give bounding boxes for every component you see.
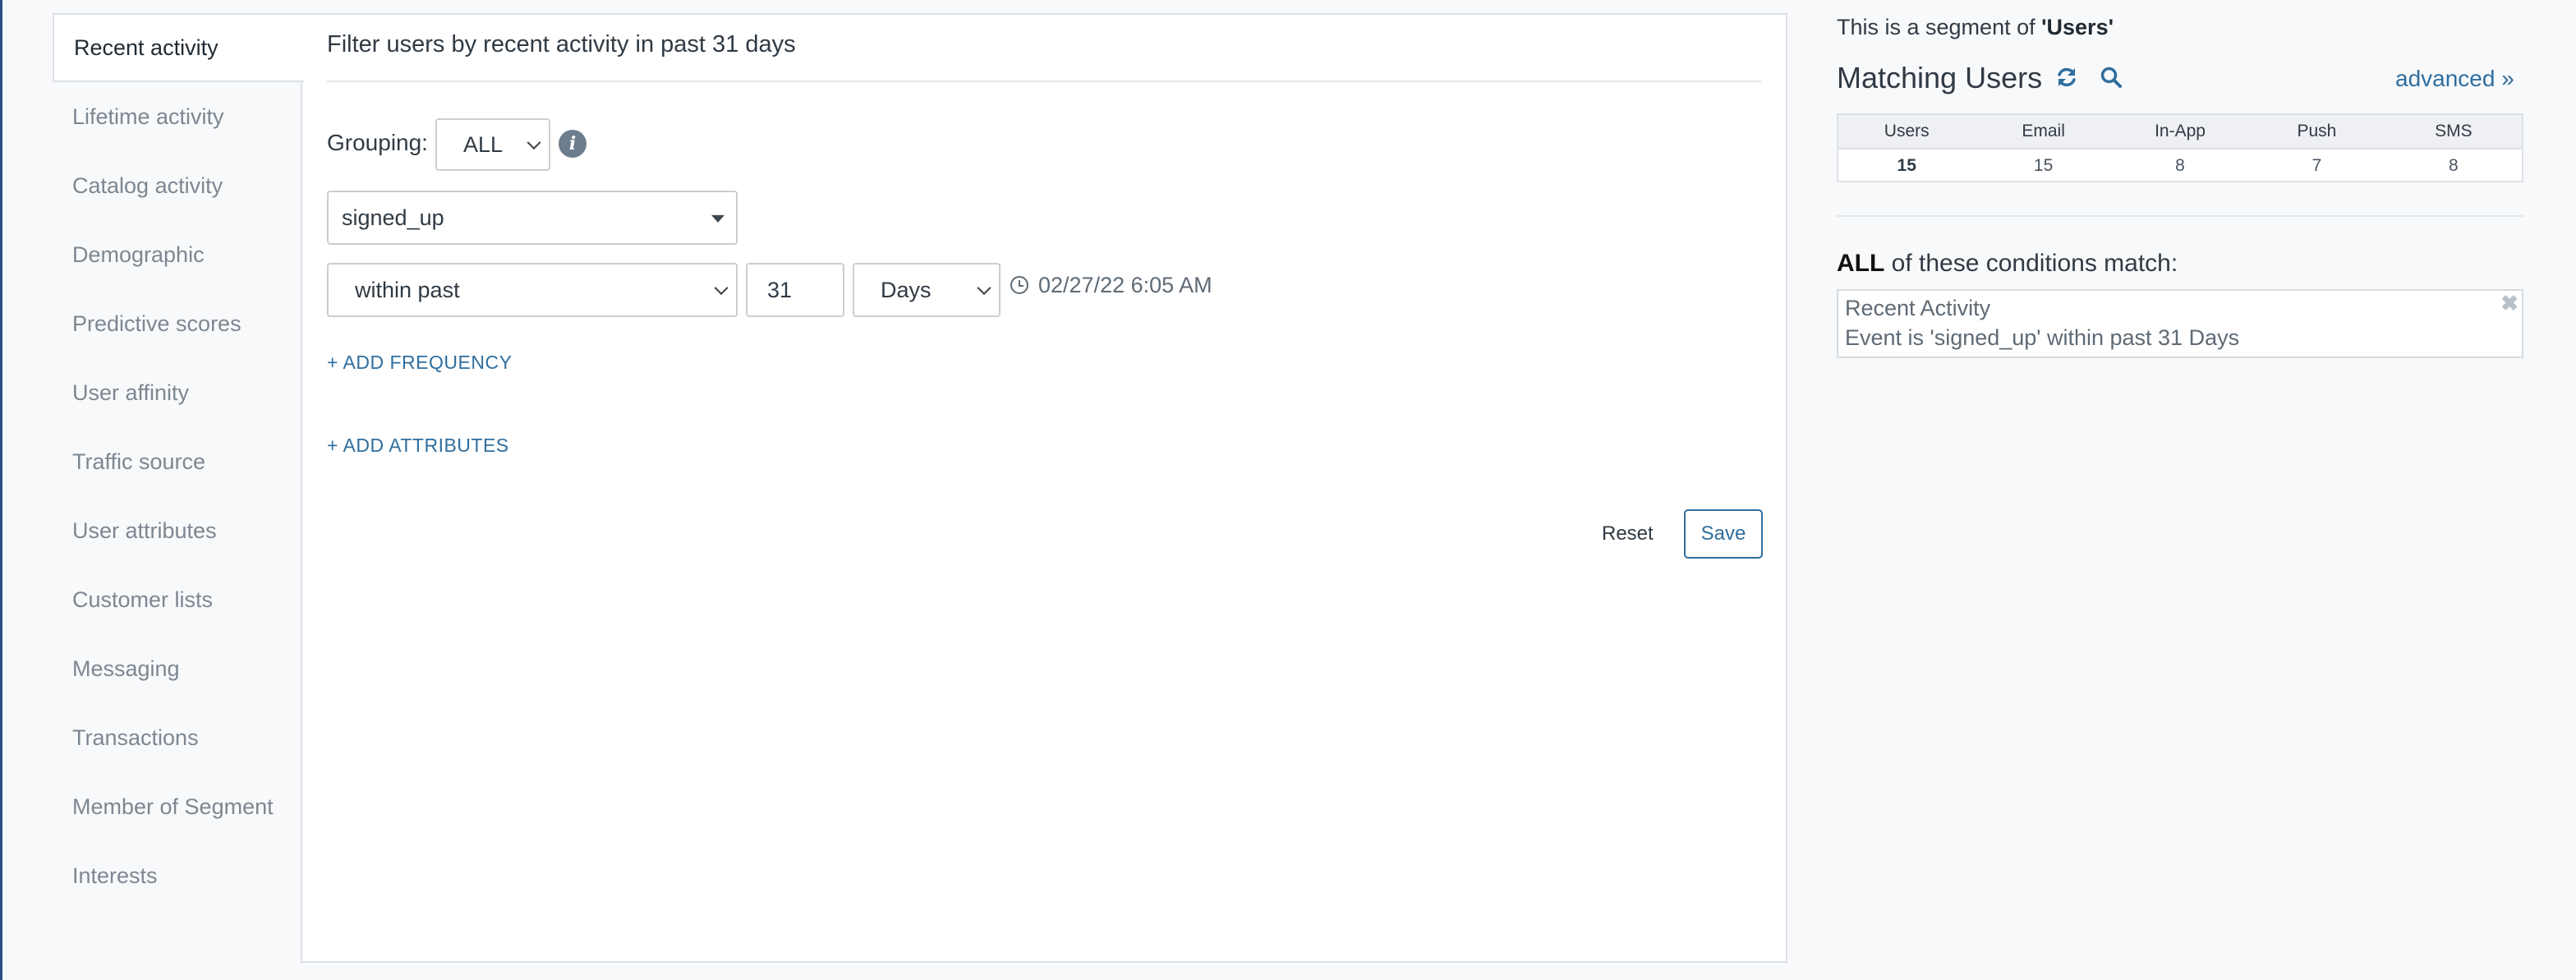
time-unit-select[interactable]: Days [853, 263, 1000, 317]
segment-name: 'Users' [2041, 15, 2114, 39]
tab-user-attributes[interactable]: User attributes [53, 496, 302, 565]
segment-note-prefix: This is a segment of [1837, 15, 2042, 39]
chevron-down-icon [977, 281, 991, 296]
window-left-edge [0, 0, 2, 980]
table-header-row: Users Email In-App Push SMS [1838, 115, 2522, 150]
time-unit-value: Days [881, 277, 932, 302]
tab-predictive-scores[interactable]: Predictive scores [53, 289, 302, 358]
grouping-select[interactable]: ALL [435, 118, 550, 171]
close-icon[interactable]: ✖ [2500, 291, 2518, 316]
filter-category-tabs: Recent activity Lifetime activity Catalo… [53, 13, 304, 910]
in-app-count: 8 [2175, 156, 2185, 175]
grouping-select-value: ALL [463, 131, 504, 157]
time-amount-input[interactable]: 31 [746, 263, 844, 317]
event-select-value: signed_up [342, 205, 444, 230]
push-count: 7 [2312, 156, 2322, 175]
conditions-mode: ALL [1837, 250, 1885, 277]
col-push: Push [2297, 122, 2337, 140]
divider [327, 81, 1761, 82]
grouping-label: Grouping: [327, 130, 428, 155]
tab-transactions[interactable]: Transactions [53, 703, 302, 772]
matching-users-table: Users Email In-App Push SMS 15 15 8 7 8 [1837, 113, 2523, 182]
col-users: Users [1884, 122, 1930, 140]
conditions-heading: ALL of these conditions match: [1837, 250, 2178, 278]
tab-interests[interactable]: Interests [53, 841, 302, 910]
tab-messaging[interactable]: Messaging [53, 634, 302, 703]
tab-customer-lists[interactable]: Customer lists [53, 565, 302, 634]
col-email: Email [2022, 122, 2065, 140]
chevron-down-icon [527, 136, 541, 150]
event-select[interactable]: signed_up [327, 191, 738, 245]
advanced-link[interactable]: advanced » [2395, 66, 2514, 92]
time-operator-select[interactable]: within past [327, 263, 738, 317]
tab-traffic-source[interactable]: Traffic source [53, 427, 302, 496]
tab-lifetime-activity[interactable]: Lifetime activity [53, 82, 302, 151]
segment-note: This is a segment of 'Users' [1837, 15, 2114, 40]
search-icon[interactable] [2100, 66, 2123, 89]
time-operator-value: within past [355, 277, 460, 302]
save-button[interactable]: Save [1684, 509, 1763, 559]
filter-panel: Filter users by recent activity in past … [301, 13, 1787, 963]
caret-down-icon [711, 214, 724, 223]
reset-button[interactable]: Reset [1602, 522, 1654, 545]
tab-member-of-segment[interactable]: Member of Segment [53, 772, 302, 841]
tab-user-affinity[interactable]: User affinity [53, 358, 302, 427]
refresh-icon[interactable] [2055, 66, 2078, 89]
add-attributes-link[interactable]: + ADD ATTRIBUTES [327, 435, 509, 457]
sms-count: 8 [2448, 156, 2459, 175]
divider [1837, 215, 2523, 217]
conditions-heading-text: of these conditions match: [1884, 250, 2178, 277]
condition-description: Event is 'signed_up' within past 31 Days [1845, 325, 2240, 350]
panel-title: Filter users by recent activity in past … [327, 31, 796, 58]
col-in-app: In-App [2155, 122, 2206, 140]
tab-recent-activity[interactable]: Recent activity [53, 13, 304, 82]
condition-name: Recent Activity [1845, 296, 1991, 320]
matching-users-title: Matching Users [1837, 61, 2043, 94]
condition-card[interactable]: Recent Activity Event is 'signed_up' wit… [1837, 289, 2523, 358]
reference-date: 02/27/22 6:05 AM [1038, 273, 1212, 297]
info-icon[interactable]: i [559, 130, 586, 158]
users-count: 15 [1897, 156, 1916, 175]
email-count: 15 [2033, 156, 2054, 175]
clock-icon [1010, 276, 1028, 294]
chevron-down-icon [714, 281, 729, 296]
add-frequency-link[interactable]: + ADD FREQUENCY [327, 352, 512, 374]
tab-demographic[interactable]: Demographic [53, 220, 302, 289]
tab-catalog-activity[interactable]: Catalog activity [53, 151, 302, 220]
table-row: 15 15 8 7 8 [1838, 150, 2522, 182]
col-sms: SMS [2435, 122, 2472, 140]
